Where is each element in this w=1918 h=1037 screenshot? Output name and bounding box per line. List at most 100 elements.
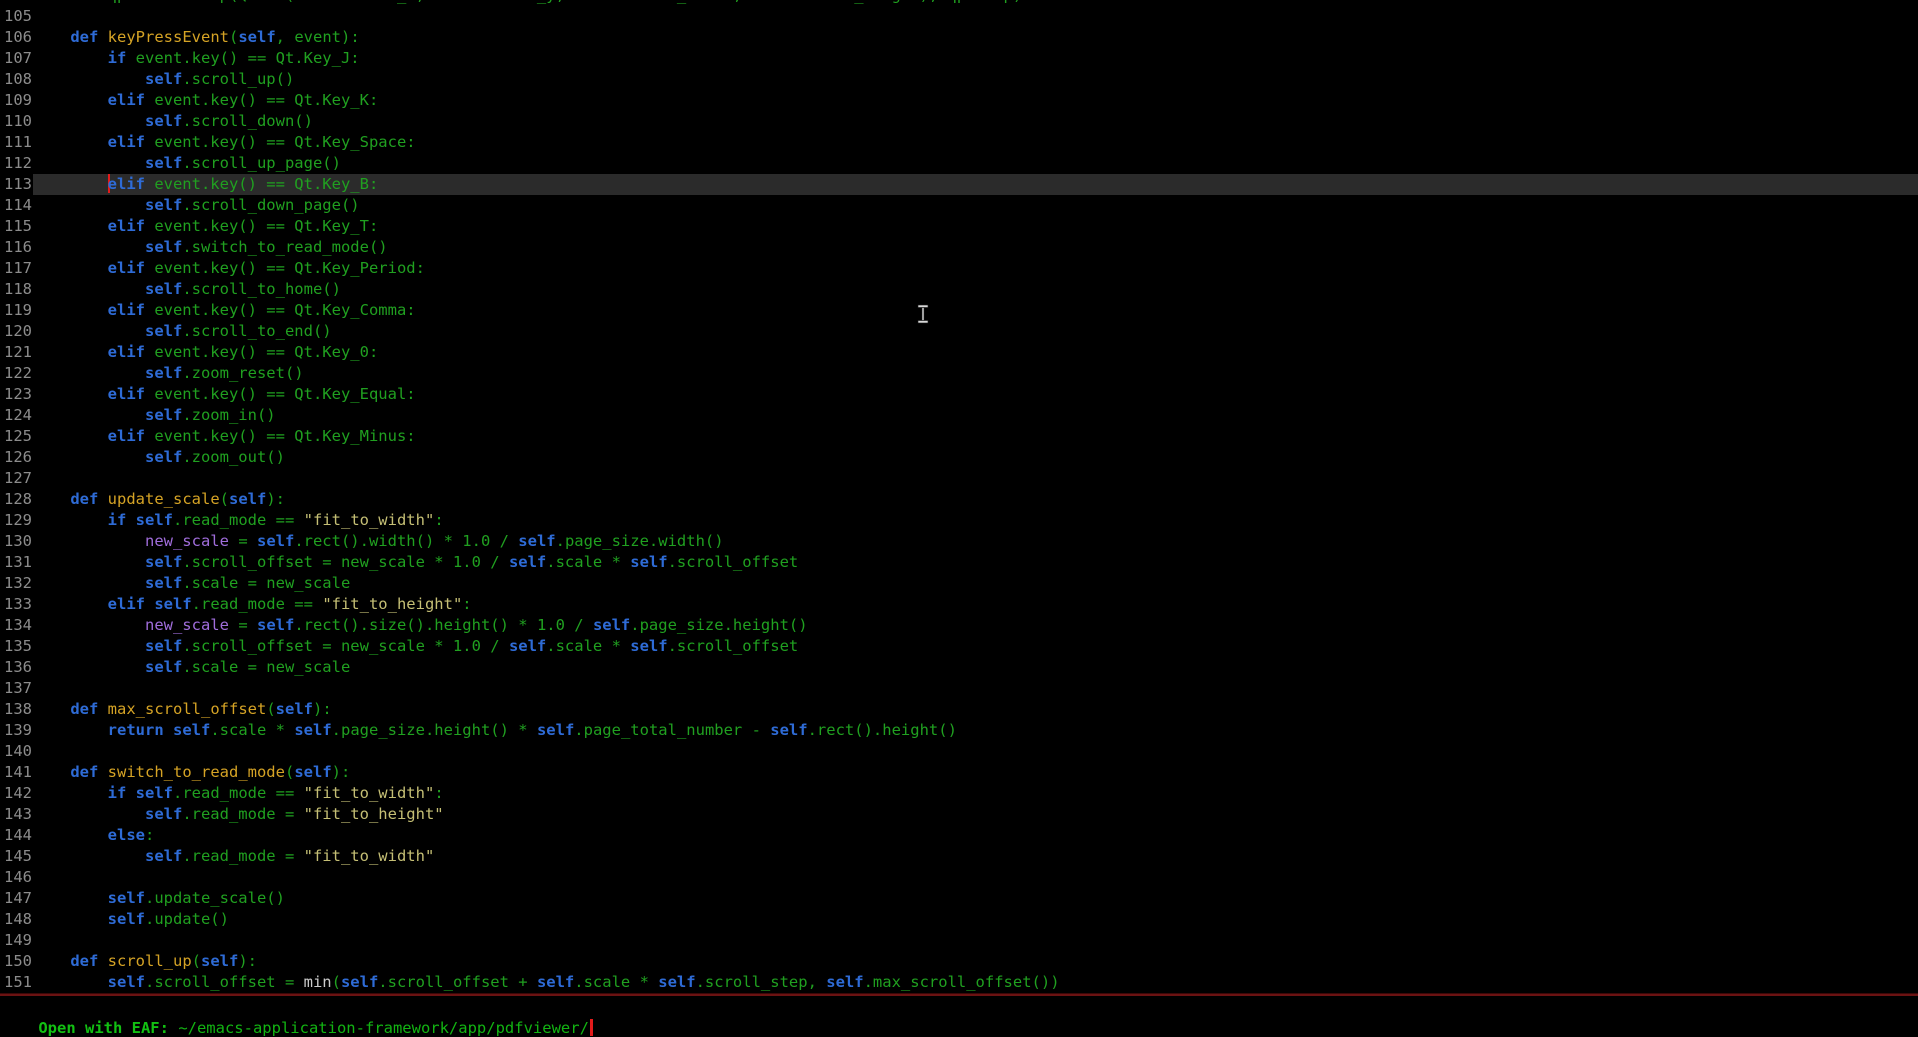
line-number: 118 — [0, 279, 33, 300]
editor-buffer[interactable]: 104 qp.drawPixmap(QRect(self.render_x, s… — [0, 0, 1918, 993]
code-line[interactable]: 131 self.scroll_offset = new_scale * 1.0… — [0, 552, 1918, 573]
code-line[interactable]: 147 self.update_scale() — [0, 888, 1918, 909]
code-line[interactable]: 113 elif event.key() == Qt.Key_B: — [0, 174, 1918, 195]
code-token: .scale = new_scale — [182, 658, 350, 676]
code-token: .scroll_to_end() — [182, 322, 331, 340]
code-line[interactable]: 117 elif event.key() == Qt.Key_Period: — [0, 258, 1918, 279]
code-line[interactable]: 111 elif event.key() == Qt.Key_Space: — [0, 132, 1918, 153]
line-number: 135 — [0, 636, 33, 657]
code-text: def update_scale(self): — [33, 489, 1918, 510]
code-line[interactable]: 120 self.scroll_to_end() — [0, 321, 1918, 342]
line-number: 122 — [0, 363, 33, 384]
code-line[interactable]: 137 — [0, 678, 1918, 699]
emacs-screen: 104 qp.drawPixmap(QRect(self.render_x, s… — [0, 0, 1918, 1037]
code-line[interactable]: 135 self.scroll_offset = new_scale * 1.0… — [0, 636, 1918, 657]
code-token: self — [509, 637, 546, 655]
code-text: self.update_scale() — [33, 888, 1918, 909]
code-token: .rect().height() — [808, 721, 957, 739]
code-token: self — [658, 973, 695, 991]
code-line[interactable]: 144 else: — [0, 825, 1918, 846]
code-line[interactable]: 127 — [0, 468, 1918, 489]
code-text: if event.key() == Qt.Key_J: — [33, 48, 1918, 69]
line-number: 128 — [0, 489, 33, 510]
code-token: self — [537, 973, 574, 991]
code-line[interactable]: 139 return self.scale * self.page_size.h… — [0, 720, 1918, 741]
code-token — [164, 721, 173, 739]
minibuffer[interactable]: Open with EAF: ~/emacs-application-frame… — [1, 997, 1918, 1018]
code-line[interactable]: 107 if event.key() == Qt.Key_J: — [0, 48, 1918, 69]
code-token: event.key() == Qt.Key_Equal: — [145, 385, 416, 403]
code-line[interactable]: 140 — [0, 741, 1918, 762]
code-token — [126, 784, 135, 802]
code-line[interactable]: 118 self.scroll_to_home() — [0, 279, 1918, 300]
code-token: "fit_to_width" — [304, 847, 435, 865]
code-token: self — [257, 532, 294, 550]
code-line[interactable]: 125 elif event.key() == Qt.Key_Minus: — [0, 426, 1918, 447]
code-text: def max_scroll_offset(self): — [33, 699, 1918, 720]
code-line[interactable]: 121 elif event.key() == Qt.Key_0: — [0, 342, 1918, 363]
code-token: self — [518, 532, 555, 550]
code-text: self.scale = new_scale — [33, 657, 1918, 678]
code-line[interactable]: 106 def keyPressEvent(self, event): — [0, 27, 1918, 48]
line-number: 123 — [0, 384, 33, 405]
code-line[interactable]: 126 self.zoom_out() — [0, 447, 1918, 468]
code-text: def keyPressEvent(self, event): — [33, 27, 1918, 48]
code-line[interactable]: 145 self.read_mode = "fit_to_width" — [0, 846, 1918, 867]
code-token: .zoom_in() — [182, 406, 275, 424]
code-token: self — [294, 721, 331, 739]
code-line[interactable]: 141 def switch_to_read_mode(self): — [0, 762, 1918, 783]
code-token: self — [145, 406, 182, 424]
code-token — [98, 952, 107, 970]
code-token: self — [145, 196, 182, 214]
line-number: 130 — [0, 531, 33, 552]
code-line[interactable]: 110 self.scroll_down() — [0, 111, 1918, 132]
code-line[interactable]: 132 self.scale = new_scale — [0, 573, 1918, 594]
code-line[interactable]: 130 new_scale = self.rect().width() * 1.… — [0, 531, 1918, 552]
code-line[interactable]: 136 self.scale = new_scale — [0, 657, 1918, 678]
code-line[interactable]: 146 — [0, 867, 1918, 888]
code-line[interactable]: 105 — [0, 6, 1918, 27]
code-token — [33, 910, 108, 928]
code-line[interactable]: 128 def update_scale(self): — [0, 489, 1918, 510]
code-token: event.key() == Qt.Key_Period: — [145, 259, 425, 277]
code-token: elif — [108, 427, 145, 445]
code-text: elif event.key() == Qt.Key_Period: — [33, 258, 1918, 279]
code-line[interactable]: 123 elif event.key() == Qt.Key_Equal: — [0, 384, 1918, 405]
code-token — [33, 238, 145, 256]
code-line[interactable]: 115 elif event.key() == Qt.Key_T: — [0, 216, 1918, 237]
code-line[interactable]: 116 self.switch_to_read_mode() — [0, 237, 1918, 258]
line-number: 127 — [0, 468, 33, 489]
code-line[interactable]: 151 self.scroll_offset = min(self.scroll… — [0, 972, 1918, 993]
code-line[interactable]: 112 self.scroll_up_page() — [0, 153, 1918, 174]
code-line[interactable]: 138 def max_scroll_offset(self): — [0, 699, 1918, 720]
code-line[interactable]: 149 — [0, 930, 1918, 951]
code-line[interactable]: 133 elif self.read_mode == "fit_to_heigh… — [0, 594, 1918, 615]
code-line[interactable]: 134 new_scale = self.rect().size().heigh… — [0, 615, 1918, 636]
code-line[interactable]: 143 self.read_mode = "fit_to_height" — [0, 804, 1918, 825]
code-text: if self.read_mode == "fit_to_width": — [33, 783, 1918, 804]
code-line[interactable]: 150 def scroll_up(self): — [0, 951, 1918, 972]
code-line[interactable]: 114 self.scroll_down_page() — [0, 195, 1918, 216]
code-line[interactable]: 124 self.zoom_in() — [0, 405, 1918, 426]
code-token: self — [173, 721, 210, 739]
line-number: 113 — [0, 174, 33, 195]
code-token — [33, 784, 108, 802]
code-token: self — [108, 889, 145, 907]
code-token: .read_mode == — [173, 784, 304, 802]
code-token: event.key() == Qt.Key_Space: — [145, 133, 416, 151]
code-line[interactable]: 109 elif event.key() == Qt.Key_K: — [0, 90, 1918, 111]
code-line[interactable]: 108 self.scroll_up() — [0, 69, 1918, 90]
code-line[interactable]: 148 self.update() — [0, 909, 1918, 930]
code-token — [33, 427, 108, 445]
code-text: elif event.key() == Qt.Key_Minus: — [33, 426, 1918, 447]
line-number: 151 — [0, 972, 33, 993]
code-line[interactable]: 129 if self.read_mode == "fit_to_width": — [0, 510, 1918, 531]
code-line[interactable]: 142 if self.read_mode == "fit_to_width": — [0, 783, 1918, 804]
line-number: 142 — [0, 783, 33, 804]
code-line[interactable]: 122 self.zoom_reset() — [0, 363, 1918, 384]
minibuffer-input[interactable]: ~/emacs-application-framework/app/pdfvie… — [178, 1019, 589, 1037]
code-token: elif — [108, 595, 145, 613]
code-token: = — [229, 616, 257, 634]
code-line[interactable]: 119 elif event.key() == Qt.Key_Comma: — [0, 300, 1918, 321]
code-token: , event): — [276, 28, 360, 46]
